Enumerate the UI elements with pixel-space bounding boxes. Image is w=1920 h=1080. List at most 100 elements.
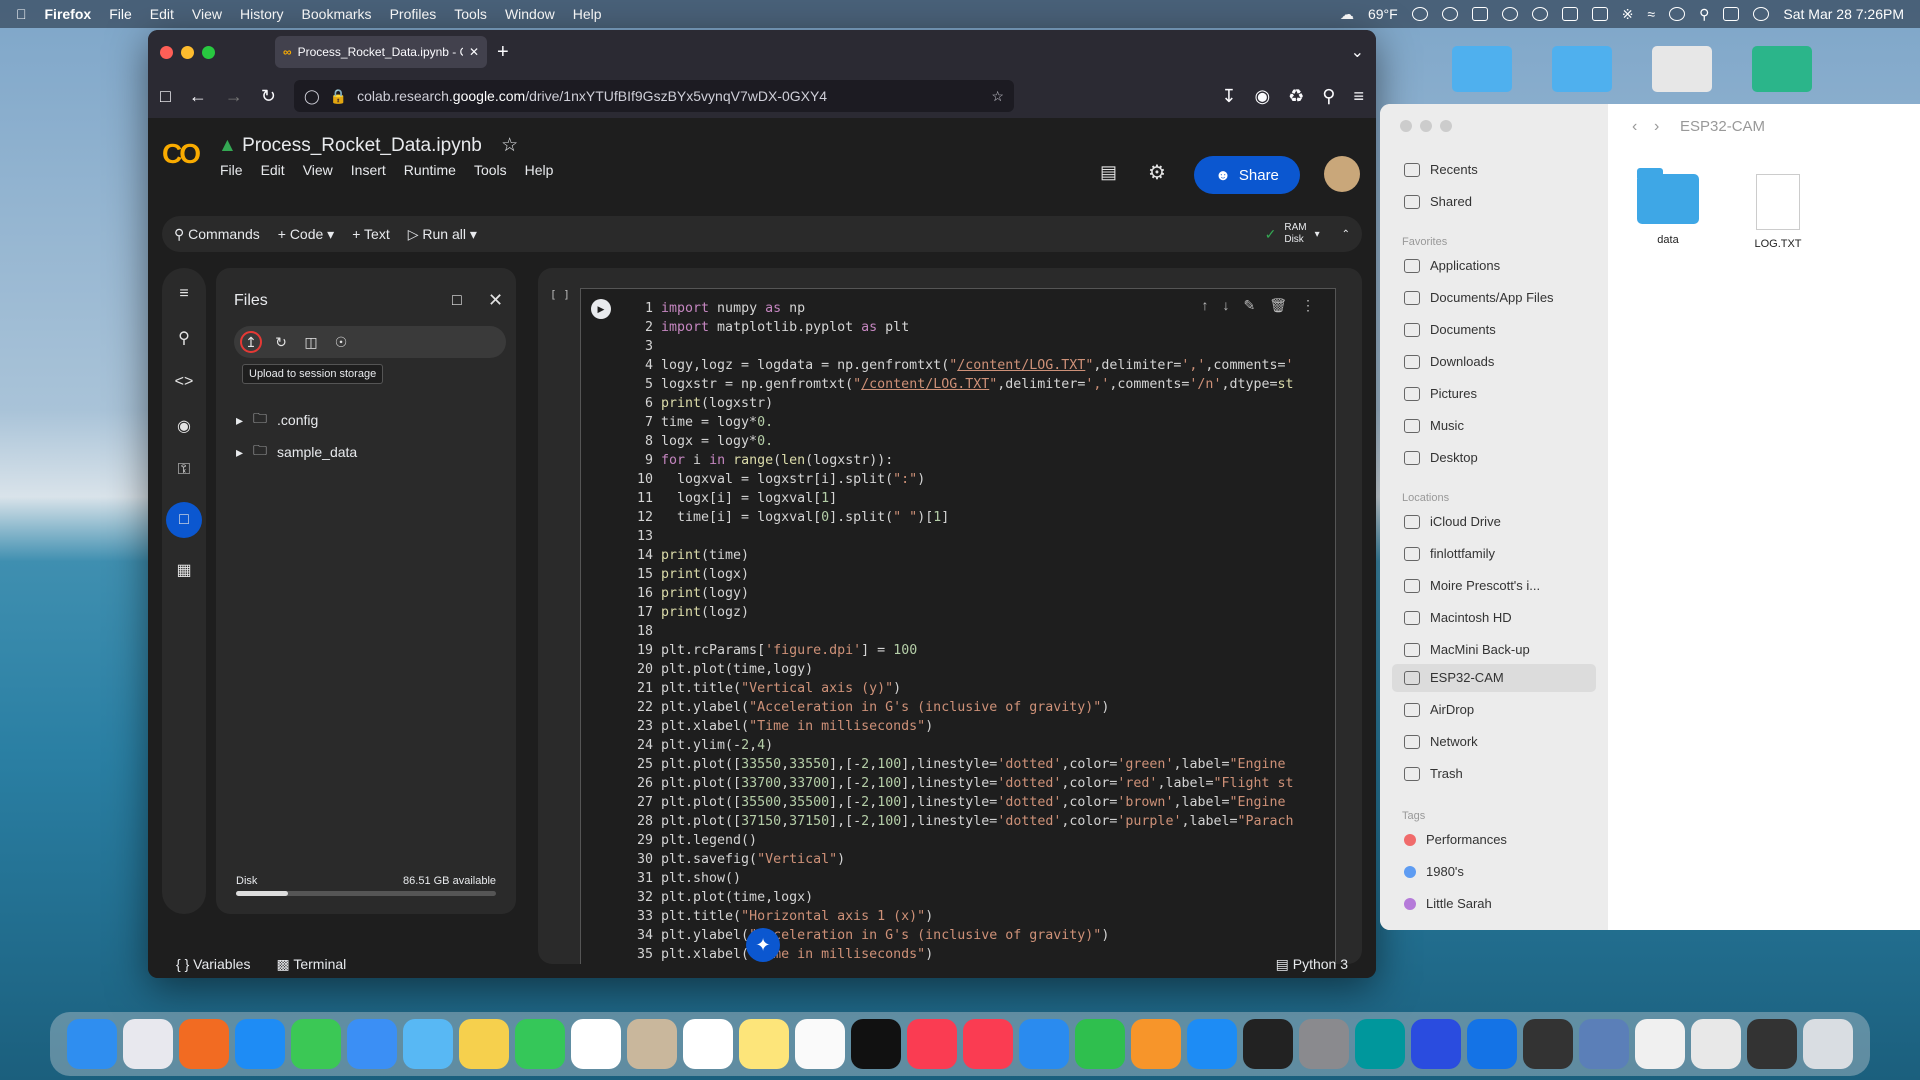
table-of-contents-icon[interactable]: ≡ [172, 282, 196, 306]
quicktime-app-icon[interactable] [1467, 1019, 1517, 1069]
sidebar-item-airdrop[interactable]: AirDrop [1404, 702, 1474, 717]
star-icon[interactable]: ☆ [501, 135, 518, 156]
facetime-app-icon[interactable] [515, 1019, 565, 1069]
terminal-button[interactable]: ▩ Terminal [276, 956, 346, 973]
comments-icon[interactable]: ▤ [1100, 162, 1117, 183]
desktop-folder-icon[interactable] [1552, 46, 1612, 92]
menubar-app-name[interactable]: Firefox [45, 6, 92, 22]
sidebar-item-app-files[interactable]: Documents/App Files [1404, 290, 1554, 305]
sidebar-item-macmini-backup[interactable]: MacMini Back-up [1404, 642, 1530, 657]
time-machine-icon[interactable] [1441, 7, 1458, 21]
battery-icon[interactable] [1591, 7, 1608, 21]
shield-icon[interactable]: ◯ [304, 88, 320, 105]
system-settings-app-icon[interactable] [1299, 1019, 1349, 1069]
resources-indicator[interactable]: ✓ RAM Disk ▾ ⌃ [1265, 222, 1350, 246]
sidebar-item-trash[interactable]: Trash [1404, 766, 1463, 781]
menubar-window[interactable]: Window [505, 6, 555, 22]
forward-arrow-icon[interactable]: → [225, 86, 243, 107]
file-stack-icon[interactable] [1691, 1019, 1741, 1069]
find-replace-icon[interactable]: ⚲ [172, 326, 196, 350]
tag-little-sarah[interactable]: Little Sarah [1404, 896, 1492, 911]
tab-colab[interactable]: ∞ Process_Rocket_Data.ipynb - C ✕ [275, 36, 487, 68]
menu-view[interactable]: View [303, 162, 333, 178]
files-folder-icon[interactable]: □ [166, 502, 202, 538]
expand-chevron-icon[interactable]: ▸ [236, 444, 243, 461]
menu-tools[interactable]: Tools [474, 162, 507, 178]
sidebar-item-esp32-cam[interactable]: ESP32-CAM [1404, 670, 1504, 685]
zoom-window-button[interactable] [1440, 120, 1452, 132]
app-store-app-icon[interactable] [1187, 1019, 1237, 1069]
sidebar-item-pictures[interactable]: Pictures [1404, 386, 1477, 401]
disk-utility-app-icon[interactable] [1579, 1019, 1629, 1069]
menubar-profiles[interactable]: Profiles [390, 6, 437, 22]
sidebar-item-home[interactable]: finlottfamily [1404, 546, 1495, 561]
show-hidden-icon[interactable]: ☉ [330, 331, 352, 353]
downloads-icon[interactable]: ↧ [1221, 86, 1236, 107]
sidebar-toggle-icon[interactable]: □ [160, 86, 171, 107]
menubar-help[interactable]: Help [573, 6, 602, 22]
sidebar-item-shared[interactable]: Shared [1404, 194, 1472, 209]
mount-drive-icon[interactable]: ◫ [300, 331, 322, 353]
tab-close-icon[interactable]: ✕ [469, 45, 479, 59]
kernel-status[interactable]: ▤ Python 3 [1276, 956, 1348, 973]
add-code-button[interactable]: + Code ▾ [278, 226, 334, 243]
url-bar[interactable]: ◯ 🔒 colab.research.google.com/drive/1nxY… [293, 80, 1014, 112]
sidebar-item-applications[interactable]: Applications [1404, 258, 1500, 273]
freeform-app-icon[interactable] [795, 1019, 845, 1069]
file-item-log-txt[interactable]: LOG.TXT [1738, 174, 1818, 250]
music-app-icon[interactable] [907, 1019, 957, 1069]
more-options-icon[interactable]: ⋮ [1301, 297, 1315, 314]
screenshot-stack-icon[interactable] [1747, 1019, 1797, 1069]
variables-button[interactable]: { } Variables [176, 956, 250, 972]
menubar-tools[interactable]: Tools [454, 6, 487, 22]
keyboard-input-icon[interactable] [1561, 7, 1578, 21]
info-icon[interactable] [1501, 7, 1518, 21]
safari-app-icon[interactable] [235, 1019, 285, 1069]
menubar-file[interactable]: File [109, 6, 132, 22]
menubar-history[interactable]: History [240, 6, 284, 22]
network-utility-app-icon[interactable] [1411, 1019, 1461, 1069]
lock-icon[interactable]: 🔒 [330, 88, 347, 105]
sidebar-item-iphone[interactable]: Moire Prescott's i... [1404, 578, 1540, 593]
data-table-icon[interactable]: ▦ [172, 558, 196, 582]
calendar-app-icon[interactable] [571, 1019, 621, 1069]
messages-app-icon[interactable] [291, 1019, 341, 1069]
tag-performances[interactable]: Performances [1404, 832, 1507, 847]
siri-icon[interactable] [1753, 7, 1770, 21]
reminders-app-icon[interactable] [683, 1019, 733, 1069]
photos-app-icon[interactable] [459, 1019, 509, 1069]
menubar-clock[interactable]: Sat Mar 28 7:26PM [1783, 6, 1904, 22]
keynote-app-icon[interactable] [1019, 1019, 1069, 1069]
menu-help[interactable]: Help [525, 162, 554, 178]
close-panel-icon[interactable]: ✕ [488, 290, 503, 311]
sidebar-item-desktop[interactable]: Desktop [1404, 450, 1478, 465]
sidebar-item-music[interactable]: Music [1404, 418, 1464, 433]
reload-icon[interactable]: ↻ [261, 86, 276, 107]
file-item-data[interactable]: data [1628, 168, 1708, 246]
share-button[interactable]: ☻ Share [1194, 156, 1300, 194]
wifi-icon[interactable]: ≈ [1647, 6, 1655, 22]
resources-chevron-icon[interactable]: ▾ [1315, 229, 1320, 240]
weather-temp[interactable]: 69°F [1368, 6, 1398, 22]
terminal-app-icon[interactable] [1243, 1019, 1293, 1069]
bluetooth-icon[interactable]: ※ [1622, 6, 1634, 23]
sidebar-item-recents[interactable]: Recents [1404, 162, 1478, 177]
minimize-window-button[interactable] [1420, 120, 1432, 132]
arduino-app-icon[interactable] [1355, 1019, 1405, 1069]
launchpad-app-icon[interactable] [123, 1019, 173, 1069]
airdrop-icon[interactable] [1531, 7, 1548, 21]
news-app-icon[interactable] [963, 1019, 1013, 1069]
menubar-edit[interactable]: Edit [150, 6, 174, 22]
menu-insert[interactable]: Insert [351, 162, 386, 178]
commands-button[interactable]: ⚲ Commands [174, 226, 260, 243]
notebook-title[interactable]: Process_Rocket_Data.ipynb [242, 135, 482, 156]
trash-app-icon[interactable] [1803, 1019, 1853, 1069]
refresh-icon[interactable]: ↻ [270, 331, 292, 353]
game-center-app-icon[interactable] [1523, 1019, 1573, 1069]
expand-chevron-icon[interactable]: ▸ [236, 412, 243, 429]
finder-app-icon[interactable] [67, 1019, 117, 1069]
code-snippets-icon[interactable]: <> [172, 370, 196, 394]
mail-app-icon[interactable] [347, 1019, 397, 1069]
notes-app-icon[interactable] [739, 1019, 789, 1069]
collapse-header-icon[interactable]: ⌃ [1342, 229, 1350, 240]
